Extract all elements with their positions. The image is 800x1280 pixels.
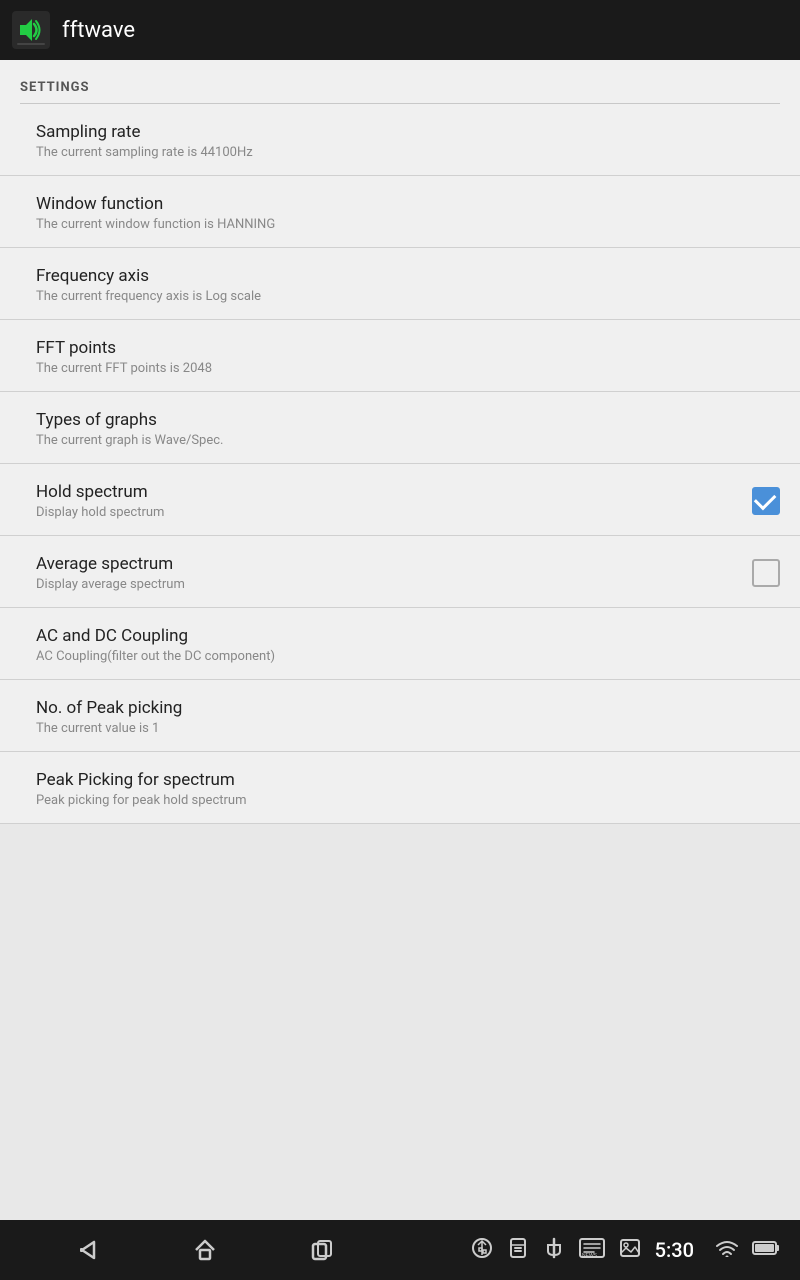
setting-title-fft-points: FFT points xyxy=(36,338,780,358)
settings-label: SETTINGS xyxy=(20,80,90,95)
setting-subtitle-hold-spectrum: Display hold spectrum xyxy=(36,505,740,520)
setting-item-average-spectrum[interactable]: Average spectrum Display average spectrum xyxy=(0,536,800,608)
setting-title-sampling-rate: Sampling rate xyxy=(36,122,780,142)
setting-item-peak-picking-spectrum[interactable]: Peak Picking for spectrum Peak picking fo… xyxy=(0,752,800,824)
setting-title-window-function: Window function xyxy=(36,194,780,214)
setting-item-window-function[interactable]: Window function The current window functi… xyxy=(0,176,800,248)
back-button[interactable] xyxy=(74,1236,102,1264)
setting-item-hold-spectrum[interactable]: Hold spectrum Display hold spectrum xyxy=(0,464,800,536)
setting-item-types-of-graphs[interactable]: Types of graphs The current graph is Wave… xyxy=(0,392,800,464)
plug-icon xyxy=(543,1237,565,1263)
nav-right: NEWS 5:30 xyxy=(410,1237,800,1263)
setting-subtitle-peak-picking-spectrum: Peak picking for peak hold spectrum xyxy=(36,793,780,808)
settings-list: Sampling rate The current sampling rate i… xyxy=(0,104,800,824)
setting-subtitle-frequency-axis: The current frequency axis is Log scale xyxy=(36,289,780,304)
setting-subtitle-types-of-graphs: The current graph is Wave/Spec. xyxy=(36,433,780,448)
nav-left xyxy=(0,1236,410,1264)
setting-subtitle-average-spectrum: Display average spectrum xyxy=(36,577,740,592)
usb-icon xyxy=(471,1237,493,1263)
setting-item-sampling-rate[interactable]: Sampling rate The current sampling rate i… xyxy=(0,104,800,176)
setting-subtitle-ac-dc-coupling: AC Coupling(filter out the DC component) xyxy=(36,649,780,664)
settings-container: SETTINGS Sampling rate The current sampli… xyxy=(0,60,800,824)
setting-title-peak-picking-spectrum: Peak Picking for spectrum xyxy=(36,770,780,790)
setting-title-ac-dc-coupling: AC and DC Coupling xyxy=(36,626,780,646)
setting-subtitle-peak-picking: The current value is 1 xyxy=(36,721,780,736)
setting-item-peak-picking[interactable]: No. of Peak picking The current value is … xyxy=(0,680,800,752)
setting-title-frequency-axis: Frequency axis xyxy=(36,266,780,286)
news-icon: NEWS xyxy=(579,1237,605,1263)
checkbox-hold-spectrum[interactable] xyxy=(752,487,780,515)
setting-item-frequency-axis[interactable]: Frequency axis The current frequency axis… xyxy=(0,248,800,320)
setting-subtitle-sampling-rate: The current sampling rate is 44100Hz xyxy=(36,145,780,160)
setting-title-average-spectrum: Average spectrum xyxy=(36,554,740,574)
recent-button[interactable] xyxy=(308,1236,336,1264)
battery-icon xyxy=(752,1240,780,1260)
setting-subtitle-fft-points: The current FFT points is 2048 xyxy=(36,361,780,376)
settings-header: SETTINGS xyxy=(0,60,800,103)
photo-icon xyxy=(619,1237,641,1263)
app-icon xyxy=(12,11,50,49)
svg-text:NEWS: NEWS xyxy=(582,1253,598,1259)
sd-icon xyxy=(507,1237,529,1263)
setting-title-types-of-graphs: Types of graphs xyxy=(36,410,780,430)
wifi-icon xyxy=(716,1239,738,1261)
setting-subtitle-window-function: The current window function is HANNING xyxy=(36,217,780,232)
setting-title-peak-picking: No. of Peak picking xyxy=(36,698,780,718)
setting-title-hold-spectrum: Hold spectrum xyxy=(36,482,740,502)
main-content: SETTINGS Sampling rate The current sampli… xyxy=(0,60,800,1220)
home-button[interactable] xyxy=(191,1236,219,1264)
nav-bar: NEWS 5:30 xyxy=(0,1220,800,1280)
nav-time: 5:30 xyxy=(655,1238,694,1262)
checkbox-average-spectrum[interactable] xyxy=(752,559,780,587)
setting-item-fft-points[interactable]: FFT points The current FFT points is 2048 xyxy=(0,320,800,392)
setting-item-ac-dc-coupling[interactable]: AC and DC Coupling AC Coupling(filter out… xyxy=(0,608,800,680)
app-bar: fftwave xyxy=(0,0,800,60)
app-title: fftwave xyxy=(62,18,135,43)
